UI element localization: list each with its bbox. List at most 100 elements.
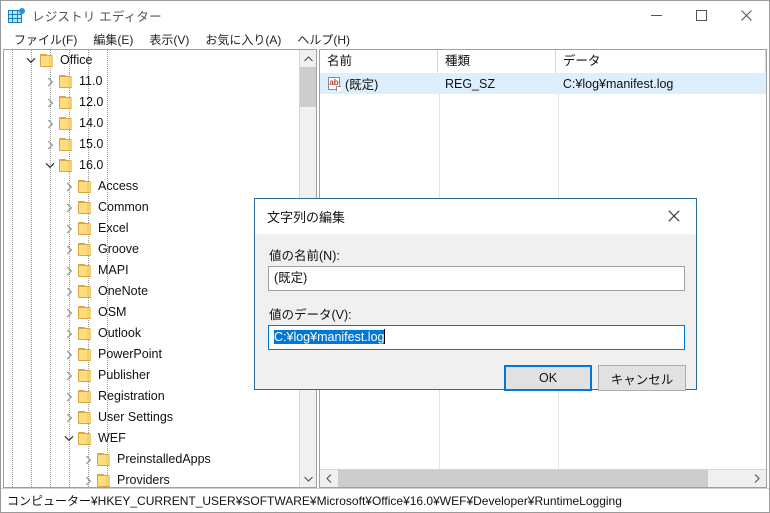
cancel-button[interactable]: キャンセル xyxy=(598,365,686,391)
dialog-title-bar: 文字列の編集 xyxy=(255,199,696,234)
chevron-right-icon[interactable] xyxy=(61,323,77,344)
chevron-right-icon[interactable] xyxy=(61,218,77,239)
scroll-up-icon[interactable] xyxy=(300,50,316,67)
chevron-right-icon[interactable] xyxy=(61,386,77,407)
tree-item-15-0[interactable]: 15.0 xyxy=(4,134,299,155)
folder-icon xyxy=(96,452,112,467)
chevron-down-icon[interactable] xyxy=(23,50,39,71)
tree-item-wef[interactable]: WEF xyxy=(4,428,299,449)
title-bar: レジストリ エディター xyxy=(1,1,769,30)
tree-item-label: 16.0 xyxy=(79,157,104,172)
tree-item-16-0[interactable]: 16.0 xyxy=(4,155,299,176)
tree-item-label: WEF xyxy=(98,430,126,445)
chevron-right-icon[interactable] xyxy=(61,302,77,323)
tree-item-preinstalledapps[interactable]: PreinstalledApps xyxy=(4,449,299,470)
edit-string-dialog: 文字列の編集 値の名前(N): (既定) 値のデータ(V): C:¥log¥ma… xyxy=(254,198,697,391)
tree-item-label: OneNote xyxy=(98,283,149,298)
chevron-right-icon[interactable] xyxy=(61,281,77,302)
chevron-right-icon[interactable] xyxy=(42,71,58,92)
folder-icon xyxy=(77,200,93,215)
registry-editor-icon xyxy=(8,7,25,24)
folder-icon xyxy=(77,242,93,257)
column-header-data[interactable]: データ xyxy=(555,50,766,73)
chevron-right-icon[interactable] xyxy=(61,344,77,365)
list-column-headers: 名前 種類 データ xyxy=(320,50,766,73)
folder-icon xyxy=(58,95,74,110)
value-name-text: (既定) xyxy=(345,78,379,92)
chevron-down-icon[interactable] xyxy=(42,155,58,176)
menu-edit[interactable]: 編集(E) xyxy=(85,30,141,49)
tree-item-label: Publisher xyxy=(98,367,151,382)
scroll-left-icon[interactable] xyxy=(320,470,338,487)
menu-file[interactable]: ファイル(F) xyxy=(6,30,85,49)
window-title: レジストリ エディター xyxy=(32,10,162,24)
chevron-right-icon[interactable] xyxy=(42,113,58,134)
value-data-label: 値のデータ(V): xyxy=(269,308,352,322)
maximize-icon[interactable] xyxy=(679,1,724,30)
scroll-down-icon[interactable] xyxy=(300,470,316,487)
chevron-right-icon[interactable] xyxy=(80,470,96,487)
chevron-right-icon[interactable] xyxy=(42,134,58,155)
folder-icon xyxy=(77,179,93,194)
tree-scrollbar-thumb[interactable] xyxy=(300,67,316,107)
tree-item-label: Providers xyxy=(117,472,170,487)
dialog-body: 値の名前(N): (既定) 値のデータ(V): C:¥log¥manifest.… xyxy=(255,234,696,391)
tree-item-label: 11.0 xyxy=(79,73,103,88)
folder-icon xyxy=(77,368,93,383)
menu-bar: ファイル(F) 編集(E) 表示(V) お気に入り(A) ヘルプ(H) xyxy=(1,30,769,49)
content-area: Office 11.0 12.0 14.0 15.0 16.0 Access Common Ex… xyxy=(1,49,769,488)
value-name-input[interactable]: (既定) xyxy=(268,266,685,291)
tree-item-label: 15.0 xyxy=(79,136,104,151)
menu-help[interactable]: ヘルプ(H) xyxy=(289,30,358,49)
ok-button[interactable]: OK xyxy=(504,365,592,391)
tree-item-label: Common xyxy=(98,199,149,214)
tree-item-office[interactable]: Office xyxy=(4,50,299,71)
close-icon[interactable] xyxy=(724,1,769,30)
chevron-right-icon[interactable] xyxy=(61,197,77,218)
chevron-right-icon[interactable] xyxy=(80,449,96,470)
tree-item-label: Registration xyxy=(98,388,165,403)
folder-icon xyxy=(77,305,93,320)
status-bar: コンピューター¥HKEY_CURRENT_USER¥SOFTWARE¥Micro… xyxy=(1,488,769,512)
tree-item-label: MAPI xyxy=(98,262,129,277)
list-horizontal-scrollbar[interactable] xyxy=(320,469,766,487)
status-path: コンピューター¥HKEY_CURRENT_USER¥SOFTWARE¥Micro… xyxy=(7,494,622,508)
tree-item-label: 14.0 xyxy=(79,115,104,130)
chevron-right-icon[interactable] xyxy=(61,407,77,428)
folder-icon xyxy=(77,263,93,278)
tree-item-label: User Settings xyxy=(98,409,174,424)
tree-item-user-settings[interactable]: User Settings xyxy=(4,407,299,428)
scroll-right-icon[interactable] xyxy=(748,470,766,487)
registry-editor-window: レジストリ エディター ファイル(F) 編集(E) 表示(V) お気に入り(A)… xyxy=(0,0,770,513)
menu-favorites[interactable]: お気に入り(A) xyxy=(197,30,289,49)
chevron-right-icon[interactable] xyxy=(61,260,77,281)
tree-item-providers[interactable]: Providers xyxy=(4,470,299,487)
column-header-name[interactable]: 名前 xyxy=(320,50,438,73)
folder-icon xyxy=(39,53,55,68)
chevron-right-icon[interactable] xyxy=(42,92,58,113)
tree-item-label: 12.0 xyxy=(79,94,104,109)
tree-item-access[interactable]: Access xyxy=(4,176,299,197)
folder-icon xyxy=(58,158,74,173)
minimize-icon[interactable] xyxy=(634,1,679,30)
chevron-down-icon[interactable] xyxy=(61,428,77,449)
tree-item-label: Outlook xyxy=(98,325,142,340)
folder-icon xyxy=(77,389,93,404)
tree-item-11-0[interactable]: 11.0 xyxy=(4,71,299,92)
tree-item-label: OSM xyxy=(98,304,127,319)
close-icon[interactable] xyxy=(651,199,696,233)
tree-item-12-0[interactable]: 12.0 xyxy=(4,92,299,113)
tree-item-14-0[interactable]: 14.0 xyxy=(4,113,299,134)
text-caret xyxy=(384,329,386,344)
chevron-right-icon[interactable] xyxy=(61,239,77,260)
list-scrollbar-thumb[interactable] xyxy=(338,470,708,487)
tree-item-label: Office xyxy=(60,52,93,67)
folder-icon xyxy=(58,116,74,131)
chevron-right-icon[interactable] xyxy=(61,176,77,197)
chevron-right-icon[interactable] xyxy=(61,365,77,386)
folder-icon xyxy=(77,431,93,446)
table-row[interactable]: ab (既定) REG_SZ C:¥log¥manifest.log xyxy=(320,73,766,94)
value-data-input[interactable]: C:¥log¥manifest.log xyxy=(268,325,685,350)
column-header-type[interactable]: 種類 xyxy=(437,50,556,73)
menu-view[interactable]: 表示(V) xyxy=(141,30,197,49)
